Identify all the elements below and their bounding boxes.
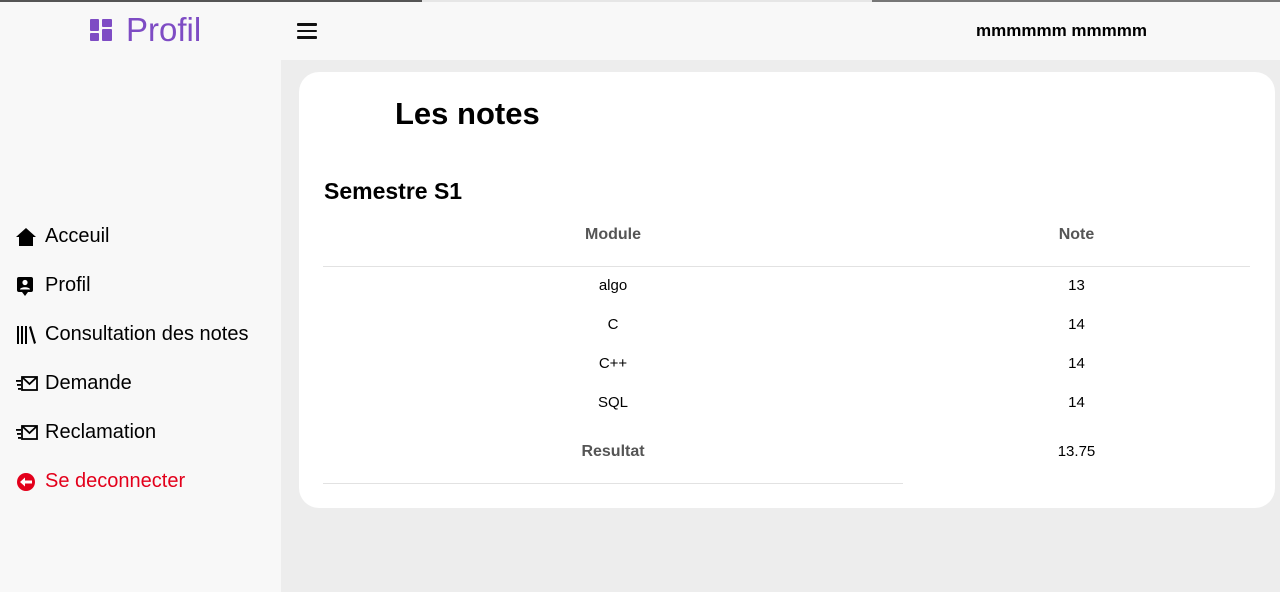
result-row: Resultat 13.75 [323, 443, 1250, 463]
module-cell: C++ [598, 355, 628, 372]
sidebar-nav: Acceuil Profil Consultation des notes De… [16, 212, 248, 506]
result-value: 13.75 [1057, 443, 1096, 460]
table-row: C++ 14 [323, 355, 1250, 375]
sidebar-item-profil[interactable]: Profil [16, 261, 248, 310]
top-bar: mmmmmm mmmmm [281, 2, 1280, 60]
sidebar: Profil Acceuil Profil Consultation des n… [0, 2, 281, 592]
note-cell: 13 [1068, 277, 1085, 294]
result-label: Resultat [581, 443, 645, 460]
brand-title: Profil [126, 11, 202, 48]
send-mail-icon [16, 373, 45, 395]
module-cell: algo [598, 277, 628, 294]
sidebar-item-label: Profil [45, 274, 91, 296]
module-cell: SQL [597, 394, 628, 411]
sidebar-item-label: Demande [45, 372, 132, 394]
brand[interactable]: Profil [90, 10, 201, 50]
table-row: algo 13 [323, 277, 1250, 297]
sidebar-item-reclamation[interactable]: Reclamation [16, 408, 248, 457]
note-cell: 14 [1068, 394, 1085, 411]
column-header-module: Module [585, 226, 641, 243]
table-row: SQL 14 [323, 394, 1250, 414]
column-header-note: Note [1058, 226, 1095, 243]
sidebar-item-label: Consultation des notes [45, 323, 249, 345]
sidebar-item-demande[interactable]: Demande [16, 359, 248, 408]
notes-card: Les notes Semestre S1 Module Note algo 1… [299, 72, 1275, 508]
hamburger-icon[interactable] [297, 23, 317, 39]
send-mail-icon [16, 422, 45, 444]
note-cell: 14 [1068, 316, 1085, 333]
logout-label: Se deconnecter [45, 470, 186, 492]
books-icon [16, 324, 45, 346]
page-title: Les notes [395, 96, 540, 131]
divider [323, 266, 1250, 267]
dashboard-icon [90, 19, 112, 41]
semester-title: Semestre S1 [324, 178, 463, 204]
sidebar-item-label: Reclamation [45, 421, 157, 443]
sidebar-item-label: Acceuil [45, 225, 110, 247]
module-cell: C [607, 316, 619, 333]
home-icon [16, 226, 45, 248]
note-cell: 14 [1068, 355, 1085, 372]
table-row: C 14 [323, 316, 1250, 336]
user-name[interactable]: mmmmmm mmmmm [976, 21, 1147, 41]
logout-button[interactable]: Se deconnecter [16, 457, 248, 506]
logout-icon [16, 471, 45, 493]
profile-card-icon [16, 275, 45, 297]
divider [323, 483, 903, 484]
sidebar-item-consultation[interactable]: Consultation des notes [16, 310, 248, 359]
sidebar-item-acceuil[interactable]: Acceuil [16, 212, 248, 261]
